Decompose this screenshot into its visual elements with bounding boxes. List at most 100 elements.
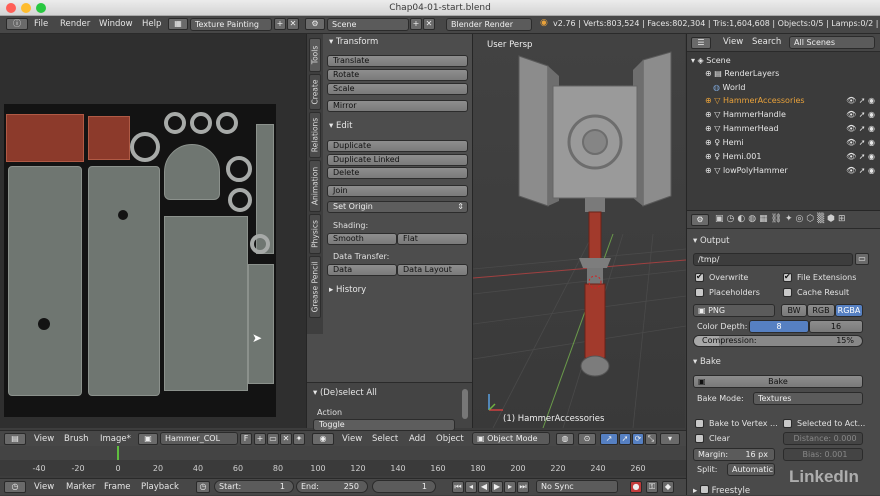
pin-image-icon[interactable]: ✦ — [293, 433, 305, 445]
viewport-view-menu[interactable]: View — [342, 434, 362, 444]
outliner-scope-select[interactable]: All Scenes — [789, 36, 875, 49]
timeline-playback-menu[interactable]: Playback — [141, 482, 179, 492]
close-window-button[interactable] — [6, 3, 16, 13]
timeline-marker-menu[interactable]: Marker — [66, 482, 95, 492]
history-panel-header[interactable]: ▸ History — [329, 285, 366, 295]
editor-type-icon[interactable]: ⓘ — [6, 18, 28, 30]
clear-checkbox[interactable] — [695, 434, 704, 443]
manipulator-icon[interactable]: ↗ — [600, 433, 618, 445]
sync-mode-select[interactable]: No Sync — [536, 480, 618, 493]
viewport-select-menu[interactable]: Select — [372, 434, 398, 444]
outliner-item-lowpolyhammer[interactable]: ⊕ ▽ lowPolyHammer 👁 ➚ ◉ — [687, 164, 880, 177]
browse-folder-icon[interactable]: ▭ — [855, 253, 869, 265]
record-keyframe-icon[interactable]: ● — [630, 481, 642, 493]
delete-scene-icon[interactable]: ✕ — [423, 18, 435, 30]
timeline[interactable]: -40 -20 0 20 40 60 80 100 120 140 160 18… — [0, 446, 686, 476]
outliner-item-world[interactable]: ◍ World — [687, 81, 880, 94]
join-button[interactable]: Join — [327, 185, 468, 197]
timeline-view-menu[interactable]: View — [34, 482, 54, 492]
flat-button[interactable]: Flat — [397, 233, 468, 245]
viewport-type-icon[interactable]: ◉ — [312, 433, 334, 445]
properties-editor-icon[interactable]: ⚙ — [691, 214, 709, 226]
current-frame-marker[interactable] — [117, 446, 119, 460]
edit-panel-header[interactable]: ▾ Edit — [329, 121, 352, 131]
add-screen-icon[interactable]: + — [274, 18, 286, 30]
translate-button[interactable]: Translate — [327, 55, 468, 67]
outliner-item-renderlayers[interactable]: ⊕ ▤ RenderLayers — [687, 67, 880, 80]
play-reverse-icon[interactable]: ◀ — [478, 481, 490, 493]
transform-orientation-icon[interactable]: ▾ — [660, 433, 680, 445]
placeholders-checkbox[interactable] — [695, 288, 704, 297]
menu-window[interactable]: Window — [99, 19, 133, 29]
tab-tools[interactable]: Tools — [309, 38, 321, 72]
bake-panel-header[interactable]: ▾ Bake — [693, 357, 721, 367]
tab-create[interactable]: Create — [309, 74, 321, 110]
jump-end-icon[interactable]: ⏭ — [517, 481, 529, 493]
delete-screen-icon[interactable]: ✕ — [287, 18, 299, 30]
scale-button[interactable]: Scale — [327, 83, 468, 95]
tab-grease-pencil[interactable]: Grease Pencil — [309, 256, 321, 318]
maximize-window-button[interactable] — [36, 3, 46, 13]
bw-toggle[interactable]: BW — [781, 304, 807, 317]
keying-set-icon[interactable]: ⚿ — [646, 481, 658, 493]
outliner-item-hammerhandle[interactable]: ⊕ ▽ HammerHandle 👁 ➚ ◉ — [687, 108, 880, 121]
add-scene-icon[interactable]: + — [410, 18, 422, 30]
image-browse-icon[interactable]: ▣ — [138, 433, 158, 445]
play-icon[interactable]: ▶ — [491, 481, 503, 493]
scene-field[interactable]: Scene — [327, 18, 409, 31]
rgba-toggle[interactable]: RGBA — [835, 304, 863, 317]
outliner-view-menu[interactable]: View — [723, 37, 743, 47]
viewport-object-menu[interactable]: Object — [436, 434, 464, 444]
uv-image-menu[interactable]: Image* — [100, 434, 131, 444]
freestyle-panel-header[interactable]: ▸ Freestyle — [693, 484, 750, 496]
menu-render[interactable]: Render — [60, 19, 90, 29]
outliner-item-hemi[interactable]: ⊕ ♀ Hemi 👁 ➚ ◉ — [687, 136, 880, 149]
minimize-window-button[interactable] — [21, 3, 31, 13]
file-extensions-checkbox[interactable] — [783, 272, 792, 282]
margin-field[interactable]: Margin: 16 px — [693, 448, 775, 461]
data-layout-button[interactable]: Data Layout — [397, 264, 468, 276]
outliner-item-hemi-001[interactable]: ⊕ ♀ Hemi.001 👁 ➚ ◉ — [687, 150, 880, 163]
outliner-editor-icon[interactable]: ☰ — [691, 37, 711, 49]
set-origin-select[interactable]: Set Origin ⇕ — [327, 201, 468, 213]
transform-panel-header[interactable]: ▾ Transform — [329, 37, 378, 47]
outliner-search-menu[interactable]: Search — [752, 37, 781, 47]
depth-16-toggle[interactable]: 16 — [809, 320, 863, 333]
bake-button[interactable]: ▣ Bake — [693, 375, 863, 388]
viewport-add-menu[interactable]: Add — [409, 434, 425, 444]
image-name-field[interactable]: Hammer_COL — [160, 432, 238, 445]
delete-button[interactable]: Delete — [327, 167, 468, 179]
timeline-editor-icon[interactable]: ◷ — [4, 481, 26, 493]
3d-viewport[interactable]: User Persp (1) HammerAccessories — [472, 34, 686, 428]
tab-relations[interactable]: Relations — [309, 112, 321, 158]
insert-keyframe-icon[interactable]: ◆ — [662, 481, 674, 493]
fake-user-button[interactable]: F — [240, 433, 252, 445]
depth-8-toggle[interactable]: 8 — [749, 320, 809, 333]
cache-result-checkbox[interactable] — [783, 288, 792, 297]
output-path-input[interactable]: /tmp/ — [693, 253, 853, 266]
data-button[interactable]: Data — [327, 264, 397, 276]
bias-field[interactable]: Bias: 0.001 — [783, 448, 863, 461]
jump-prev-key-icon[interactable]: ◂ — [465, 481, 477, 493]
translate-manipulator-icon[interactable]: ➚ — [619, 433, 631, 445]
rotate-button[interactable]: Rotate — [327, 69, 468, 81]
smooth-button[interactable]: Smooth — [327, 233, 397, 245]
preview-range-icon[interactable]: ◷ — [196, 481, 210, 493]
screen-layout-icon[interactable]: ▦ — [168, 18, 188, 30]
operator-scrollbar[interactable] — [462, 389, 468, 419]
render-engine-select[interactable]: Blender Render — [446, 18, 532, 31]
split-select[interactable]: Automatic — [727, 463, 775, 476]
rotate-manipulator-icon[interactable]: ⟳ — [632, 433, 644, 445]
tab-physics[interactable]: Physics — [309, 214, 321, 254]
outliner-item-scene[interactable]: ▾ ◈ Scene — [687, 54, 880, 67]
compression-slider[interactable]: Compression: 15% — [693, 335, 863, 347]
duplicate-linked-button[interactable]: Duplicate Linked — [327, 154, 468, 166]
operator-header[interactable]: ▾ (De)select All — [313, 388, 377, 398]
uv-brush-menu[interactable]: Brush — [64, 434, 89, 444]
image-editor[interactable]: ➤ — [0, 34, 306, 428]
current-frame-field[interactable]: 1 — [372, 480, 436, 493]
outliner-item-hammerhead[interactable]: ⊕ ▽ HammerHead 👁 ➚ ◉ — [687, 122, 880, 135]
pivot-point-icon[interactable]: ⊙ — [578, 433, 596, 445]
selected-to-active-checkbox[interactable] — [783, 419, 792, 428]
unlink-image-icon[interactable]: ✕ — [280, 433, 292, 445]
